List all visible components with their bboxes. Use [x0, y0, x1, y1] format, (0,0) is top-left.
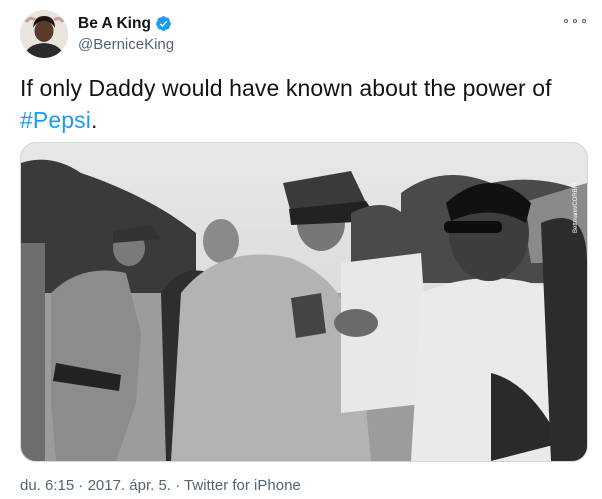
tweet-text-body: If only Daddy would have known about the…: [20, 75, 552, 101]
more-dot: [582, 19, 586, 23]
tweet: Be A King @BerniceKing If only Daddy wou…: [0, 0, 602, 499]
name-row: Be A King: [78, 14, 174, 34]
hashtag-link[interactable]: #Pepsi: [20, 107, 91, 133]
handle[interactable]: @BerniceKing: [78, 35, 174, 55]
more-dot: [573, 19, 577, 23]
author-names: Be A King @BerniceKing: [78, 14, 174, 55]
tweet-header: Be A King @BerniceKing: [20, 10, 174, 58]
meta-separator: ·: [74, 477, 88, 494]
avatar[interactable]: [20, 10, 68, 58]
tweet-text-end: .: [90, 107, 98, 133]
display-name[interactable]: Be A King: [78, 14, 151, 34]
tweet-meta: du. 6:15 · 2017. ápr. 5. · Twitter for i…: [20, 476, 301, 496]
more-options-icon[interactable]: [564, 14, 586, 28]
meta-separator: ·: [170, 477, 185, 494]
tweet-text: If only Daddy would have known about the…: [20, 72, 580, 136]
photo-image: Bettmann/CORBIS: [21, 143, 587, 461]
tweet-time[interactable]: du. 6:15: [20, 477, 74, 494]
photo-watermark: Bettmann/CORBIS: [573, 183, 579, 233]
tweet-photo[interactable]: Bettmann/CORBIS: [20, 142, 588, 462]
verified-badge-icon: [155, 16, 171, 31]
avatar-image: [20, 10, 68, 58]
tweet-date[interactable]: 2017. ápr. 5.: [88, 477, 171, 494]
more-dot: [564, 19, 568, 23]
tweet-source[interactable]: Twitter for iPhone: [184, 477, 301, 494]
